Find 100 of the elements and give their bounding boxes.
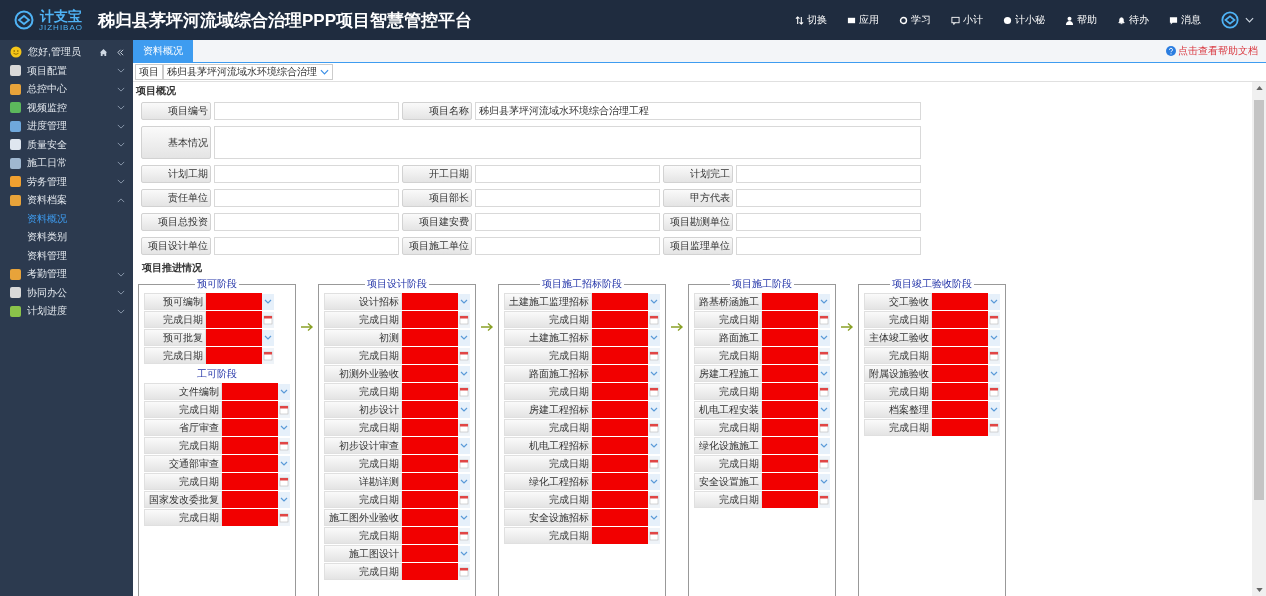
scrollbar[interactable]	[1252, 82, 1266, 596]
input-field[interactable]	[736, 165, 921, 183]
calendar-icon[interactable]	[648, 527, 660, 544]
calendar-icon[interactable]	[458, 419, 470, 436]
input-field[interactable]	[736, 189, 921, 207]
nav-link[interactable]: 切换	[795, 13, 827, 27]
sidebar-item[interactable]: 劳务管理	[0, 172, 133, 191]
dropdown-icon[interactable]	[648, 437, 660, 454]
sidebar-subitem[interactable]: 资料类别	[0, 228, 133, 247]
nav-link[interactable]: 待办	[1117, 13, 1149, 27]
input-field[interactable]: 秭归县茅坪河流域水环境综合治理工程	[475, 102, 921, 120]
dropdown-icon[interactable]	[988, 329, 1000, 346]
home-icon[interactable]	[99, 47, 108, 57]
calendar-icon[interactable]	[648, 455, 660, 472]
nav-link[interactable]: 小计	[951, 13, 983, 27]
dropdown-icon[interactable]	[458, 401, 470, 418]
calendar-icon[interactable]	[458, 563, 470, 580]
sidebar-item[interactable]: 项目配置	[0, 61, 133, 80]
dropdown-icon[interactable]	[278, 419, 290, 436]
dropdown-icon[interactable]	[458, 509, 470, 526]
calendar-icon[interactable]	[458, 383, 470, 400]
calendar-icon[interactable]	[818, 491, 830, 508]
dropdown-icon[interactable]	[648, 401, 660, 418]
dropdown-icon[interactable]	[648, 509, 660, 526]
caret-icon[interactable]	[1245, 17, 1254, 23]
dropdown-icon[interactable]	[648, 473, 660, 490]
input-field[interactable]	[475, 165, 660, 183]
collapse-icon[interactable]	[116, 47, 125, 57]
calendar-icon[interactable]	[818, 455, 830, 472]
calendar-icon[interactable]	[988, 383, 1000, 400]
input-field[interactable]	[214, 165, 399, 183]
calendar-icon[interactable]	[988, 419, 1000, 436]
scroll-down-icon[interactable]	[1255, 588, 1263, 592]
dropdown-icon[interactable]	[818, 401, 830, 418]
dropdown-icon[interactable]	[458, 545, 470, 562]
calendar-icon[interactable]	[262, 311, 274, 328]
sidebar-item[interactable]: 资料档案	[0, 191, 133, 210]
calendar-icon[interactable]	[458, 347, 470, 364]
dropdown-icon[interactable]	[818, 293, 830, 310]
calendar-icon[interactable]	[648, 491, 660, 508]
dropdown-icon[interactable]	[278, 455, 290, 472]
sidebar-item[interactable]: 计划进度	[0, 302, 133, 321]
dropdown-icon[interactable]	[648, 365, 660, 382]
help-link[interactable]: 点击查看帮助文档	[1178, 44, 1258, 58]
calendar-icon[interactable]	[278, 401, 290, 418]
nav-link[interactable]: 学习	[899, 13, 931, 27]
project-dropdown[interactable]: 秭归县茅坪河流域水环境综合治理	[163, 64, 333, 80]
calendar-icon[interactable]	[818, 347, 830, 364]
dropdown-icon[interactable]	[458, 473, 470, 490]
input-field[interactable]	[214, 126, 921, 159]
dropdown-icon[interactable]	[262, 329, 274, 346]
sidebar-item[interactable]: 视频监控	[0, 98, 133, 117]
calendar-icon[interactable]	[988, 347, 1000, 364]
sidebar-item[interactable]: 进度管理	[0, 117, 133, 136]
input-field[interactable]	[214, 102, 399, 120]
dropdown-icon[interactable]	[818, 473, 830, 490]
dropdown-icon[interactable]	[988, 401, 1000, 418]
input-field[interactable]	[214, 213, 399, 231]
sidebar-subitem[interactable]: 资料概况	[0, 209, 133, 228]
calendar-icon[interactable]	[818, 383, 830, 400]
dropdown-icon[interactable]	[818, 329, 830, 346]
sidebar-subitem[interactable]: 资料管理	[0, 246, 133, 265]
calendar-icon[interactable]	[458, 311, 470, 328]
input-field[interactable]	[475, 213, 660, 231]
nav-link[interactable]: 帮助	[1065, 13, 1097, 27]
dropdown-icon[interactable]	[818, 437, 830, 454]
calendar-icon[interactable]	[648, 347, 660, 364]
sidebar-item[interactable]: 质量安全	[0, 135, 133, 154]
input-field[interactable]	[475, 237, 660, 255]
dropdown-icon[interactable]	[278, 491, 290, 508]
input-field[interactable]	[475, 189, 660, 207]
dropdown-icon[interactable]	[988, 365, 1000, 382]
nav-link[interactable]: 应用	[847, 13, 879, 27]
dropdown-icon[interactable]	[458, 365, 470, 382]
input-field[interactable]	[214, 237, 399, 255]
calendar-icon[interactable]	[458, 527, 470, 544]
nav-link[interactable]: 计小秘	[1003, 13, 1045, 27]
calendar-icon[interactable]	[278, 437, 290, 454]
dropdown-icon[interactable]	[818, 365, 830, 382]
help-icon[interactable]	[1166, 46, 1176, 56]
calendar-icon[interactable]	[278, 473, 290, 490]
calendar-icon[interactable]	[988, 311, 1000, 328]
calendar-icon[interactable]	[818, 311, 830, 328]
input-field[interactable]	[736, 237, 921, 255]
dropdown-icon[interactable]	[648, 293, 660, 310]
scrollbar-thumb[interactable]	[1254, 100, 1264, 500]
input-field[interactable]	[214, 189, 399, 207]
calendar-icon[interactable]	[262, 347, 274, 364]
sidebar-item[interactable]: 施工日常	[0, 154, 133, 173]
dropdown-icon[interactable]	[278, 383, 290, 400]
sidebar-item[interactable]: 总控中心	[0, 80, 133, 99]
sidebar-item[interactable]: 考勤管理	[0, 265, 133, 284]
dropdown-icon[interactable]	[648, 329, 660, 346]
calendar-icon[interactable]	[648, 311, 660, 328]
calendar-icon[interactable]	[458, 455, 470, 472]
nav-link[interactable]: 消息	[1169, 13, 1201, 27]
input-field[interactable]	[736, 213, 921, 231]
calendar-icon[interactable]	[458, 491, 470, 508]
dropdown-icon[interactable]	[458, 437, 470, 454]
calendar-icon[interactable]	[818, 419, 830, 436]
